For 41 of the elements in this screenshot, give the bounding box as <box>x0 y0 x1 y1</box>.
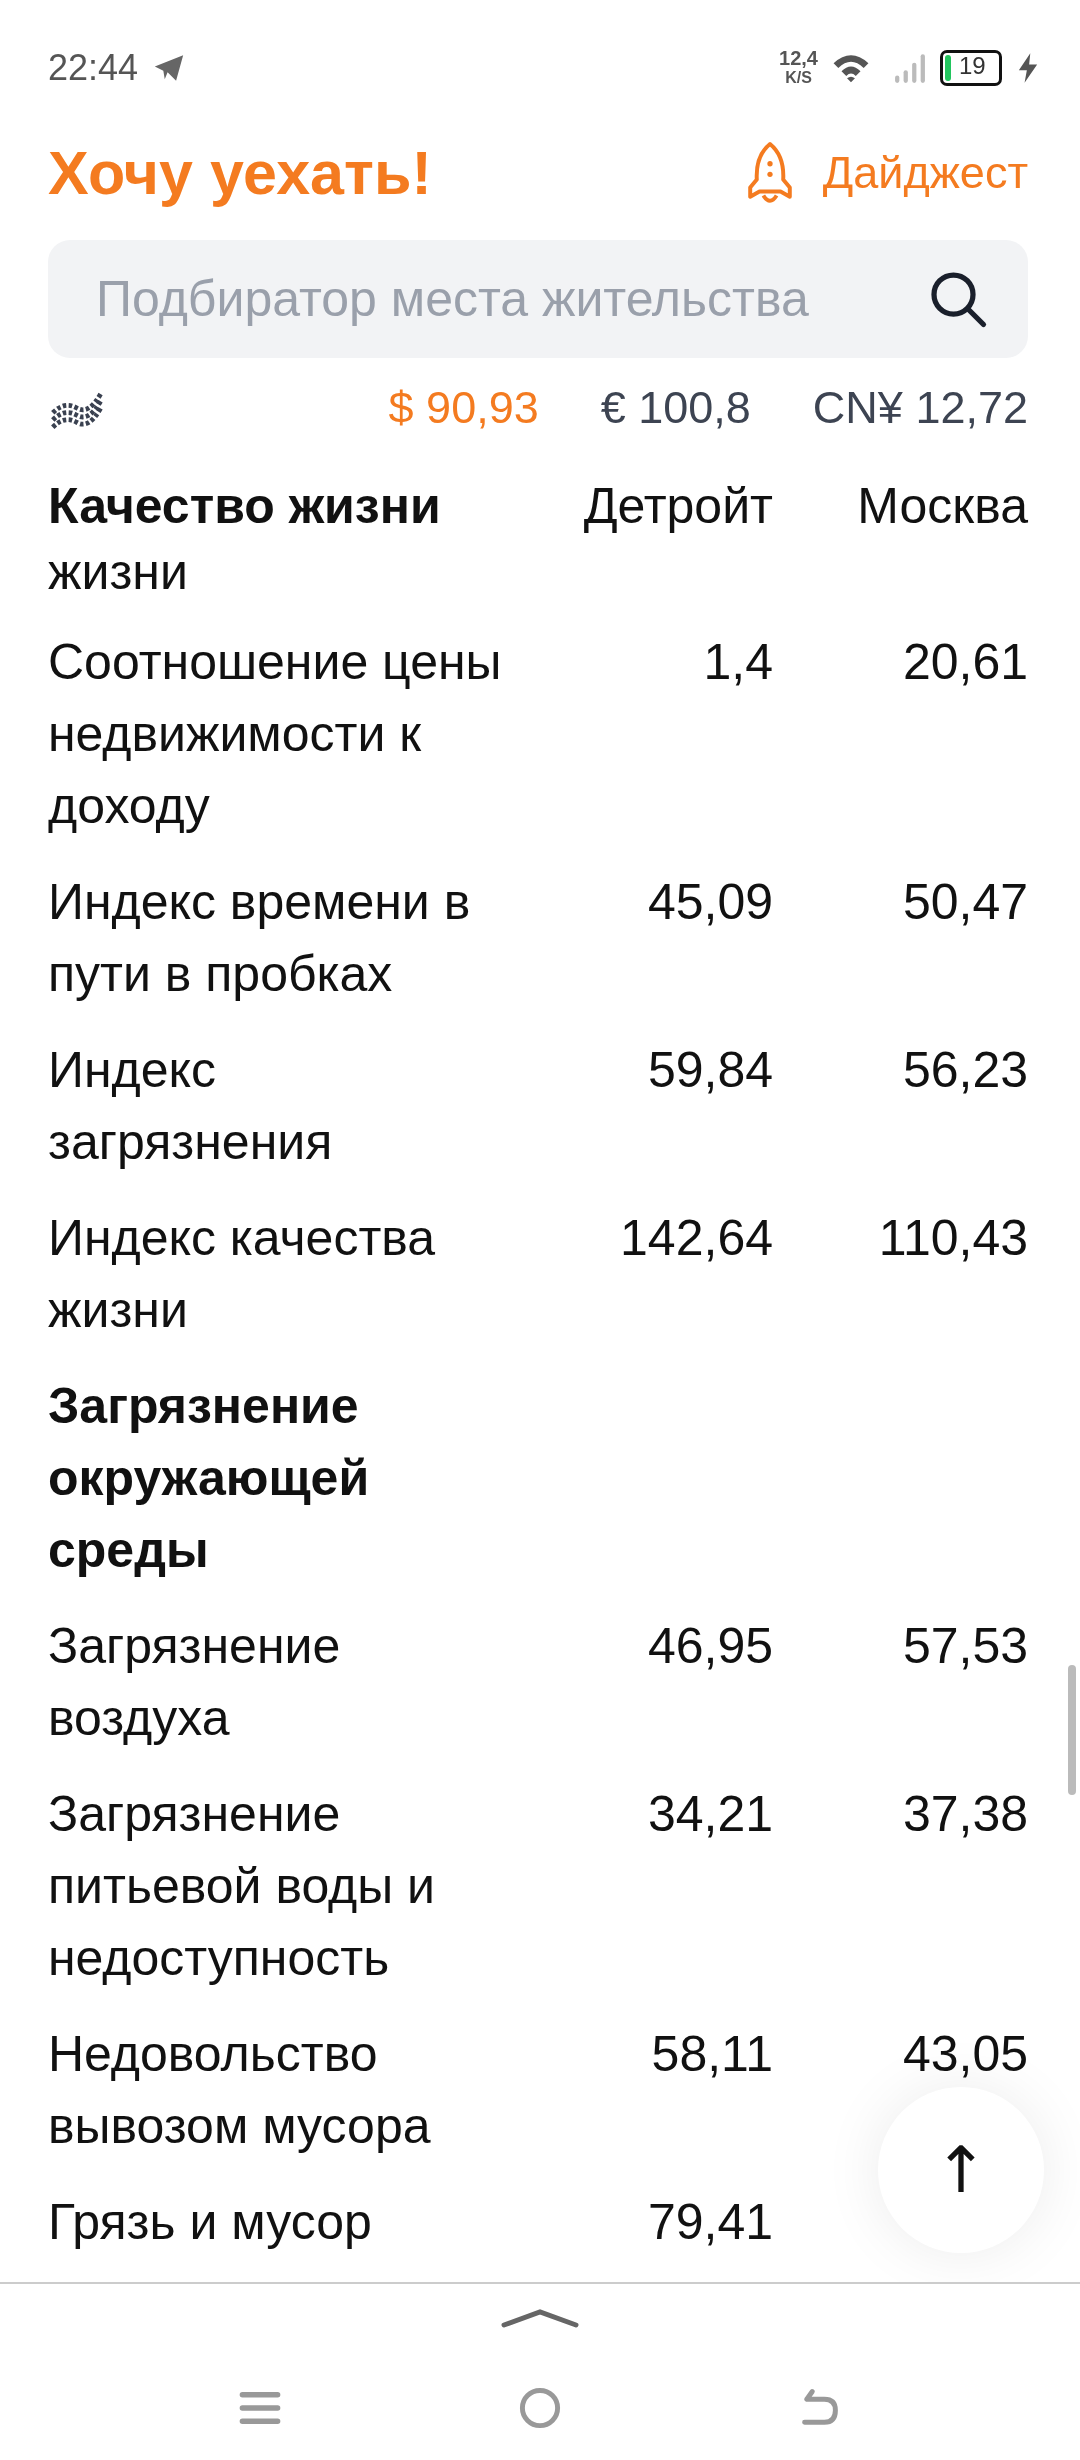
currency-option[interactable]: € 100,8 <box>600 382 751 434</box>
table-cell-text: 1,4 <box>702 633 773 692</box>
table-cell-text: 43,05 <box>901 2025 1028 2084</box>
row-label: Недовольство вывозом мусора <box>48 2025 432 2156</box>
column-header: Детройт <box>582 477 773 536</box>
row-label: Загрязнение питьевой воды и недоступность <box>48 1785 437 1988</box>
row-label: Соотношение цены недвижимости к доходу <box>48 633 503 836</box>
battery-percent: 19 <box>959 52 986 79</box>
section-title: Загрязнение окружающей среды <box>48 1377 371 1580</box>
row-label: Индекс загрязнения <box>48 1041 334 1172</box>
status-time: 22:44 <box>48 46 139 89</box>
table-cell-text: 59,84 <box>646 1041 773 1100</box>
row-label: Индекс времени в пути в пробках <box>48 873 472 1004</box>
network-speed: 12,4 <box>779 47 818 68</box>
table-cell-text: 34,21 <box>646 1785 773 1844</box>
row-label: Загрязнение воздуха <box>48 1617 342 1748</box>
search-icon[interactable] <box>928 269 988 329</box>
speed-unit: K/S <box>785 68 812 88</box>
currency-option[interactable]: CN¥ 12,72 <box>812 382 1028 434</box>
table-cell-text: 45,09 <box>646 873 773 932</box>
table-cell-text: 142,64 <box>619 1209 773 1268</box>
row-label: Грязь и мусор <box>48 2193 373 2252</box>
table-cell-text: 50,47 <box>901 873 1028 932</box>
table-cell-text: 57,53 <box>901 1617 1028 1676</box>
scroll-top-button[interactable]: ↑ <box>878 2087 1044 2253</box>
table-cell-text: 110,43 <box>877 1209 1028 1268</box>
column-header: Москва <box>856 477 1028 536</box>
search-field[interactable]: Подбиратор места жительства <box>48 240 1028 358</box>
app-title: Хочу уехать! <box>48 137 432 208</box>
section-subtitle: жизни <box>48 543 189 602</box>
home-icon[interactable] <box>518 2386 562 2430</box>
table-cell-text: 58,11 <box>650 2025 773 2084</box>
table-cell-text: 79,41 <box>646 2193 773 2252</box>
table-cell-text: 56,23 <box>901 1041 1028 1100</box>
section-title: Качество жизни <box>48 477 442 536</box>
signal-icon <box>894 51 926 84</box>
row-label: Индекс качества жизни <box>48 1209 437 1340</box>
table-cell-text: 20,61 <box>901 633 1028 692</box>
table-cell-text: 37,38 <box>901 1785 1028 1844</box>
battery-fill <box>945 54 952 81</box>
table-cell-text: 46,95 <box>646 1617 773 1676</box>
